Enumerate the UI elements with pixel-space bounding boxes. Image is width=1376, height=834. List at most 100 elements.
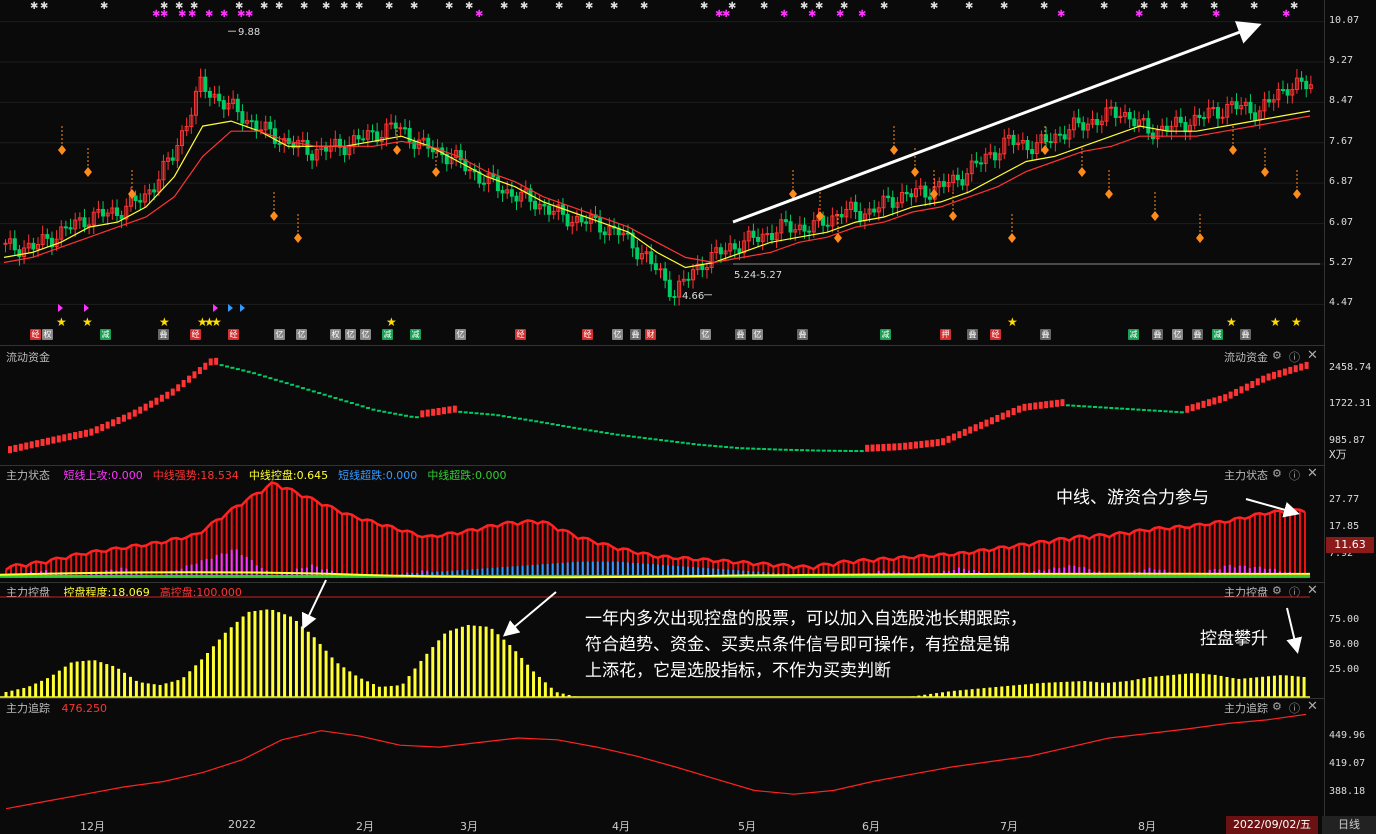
liquidity-bar xyxy=(349,402,354,405)
liquidity-bar xyxy=(431,408,436,416)
event-tag[interactable]: 叠 xyxy=(797,329,808,340)
event-tag[interactable]: 亿 xyxy=(700,329,711,340)
period-button[interactable]: 日线 xyxy=(1322,816,1376,834)
candle-body xyxy=(1058,133,1063,136)
signal-star: ✱ xyxy=(260,1,268,12)
price-chart[interactable]: 9.88 4.66 5.24-5.27 ✱ ✱ ✱ ✱ ✱ ✱ ✱ ✱ ✱ ✱ ✱ ✱ ✱ ✱ ✱ ✱ ✱ ✱ ✱ ✱ ✱ ✱ ✱… xyxy=(0,0,1324,345)
event-tag[interactable]: 减 xyxy=(1128,329,1139,340)
liquidity-bar xyxy=(1293,365,1298,373)
liquidity-bar xyxy=(903,442,908,450)
liquidity-panel[interactable]: 流动资金 流动资金 ⚙ ⓘ ✕ xyxy=(0,345,1324,466)
event-tag[interactable]: 亿 xyxy=(360,329,371,340)
event-tag[interactable]: 减 xyxy=(880,329,891,340)
liquidity-bar xyxy=(73,432,78,440)
liquidity-bar xyxy=(376,409,381,412)
liquidity-bar xyxy=(1272,371,1277,379)
candle-body xyxy=(718,247,723,255)
event-tag[interactable]: 经 xyxy=(228,329,239,340)
event-tag[interactable]: 权 xyxy=(330,329,341,340)
signal-star-pink: ✱ xyxy=(1135,9,1143,20)
candle-body xyxy=(1109,106,1114,109)
liquidity-bar xyxy=(545,422,550,425)
event-tag[interactable]: 减 xyxy=(100,329,111,340)
liquidity-bar xyxy=(800,449,805,452)
event-tag[interactable]: 经 xyxy=(990,329,1001,340)
event-tag[interactable]: 经 xyxy=(190,329,201,340)
event-tag[interactable]: 亿 xyxy=(345,329,356,340)
event-tag[interactable]: 叠 xyxy=(967,329,978,340)
event-tag[interactable]: 减 xyxy=(410,329,421,340)
price-tick: 8.47 xyxy=(1329,95,1354,107)
liquidity-bar xyxy=(447,406,452,414)
liquidity-bar xyxy=(143,403,148,411)
flag-marker xyxy=(213,304,218,312)
event-tag[interactable]: 亿 xyxy=(455,329,466,340)
liquidity-bar xyxy=(192,371,197,379)
event-tag[interactable]: 叠 xyxy=(158,329,169,340)
liquidity-bar xyxy=(680,441,685,444)
event-tag[interactable]: 亿 xyxy=(296,329,307,340)
liquidity-bar xyxy=(1282,368,1287,376)
event-tag[interactable]: 财 xyxy=(645,329,656,340)
annotation-a2: 一年内多次出现控盘的股票，可以加入自选股池长期跟踪， 符合趋势、资金、买卖点条件… xyxy=(585,606,1027,684)
liquidity-bar xyxy=(913,441,918,449)
candle-body xyxy=(602,231,607,236)
event-tag[interactable]: 经 xyxy=(515,329,526,340)
ma-fast-line xyxy=(3,110,1311,269)
event-tag[interactable]: 减 xyxy=(1212,329,1223,340)
liquidity-bar xyxy=(659,439,663,442)
liquidity-bar xyxy=(496,414,501,417)
event-tag[interactable]: 叠 xyxy=(630,329,641,340)
event-tag[interactable]: 叠 xyxy=(1240,329,1251,340)
event-tag[interactable]: 减 xyxy=(382,329,393,340)
liquidity-bar xyxy=(387,411,392,414)
buy-signal-diamond xyxy=(393,145,401,155)
liquidity-tick: 985.87 xyxy=(1329,434,1366,446)
liquidity-bar xyxy=(583,428,588,431)
candle-body xyxy=(756,236,761,242)
signal-star: ✱ xyxy=(640,1,648,12)
event-tag[interactable]: 经 xyxy=(30,329,41,340)
signal-star-yellow: ★ xyxy=(1007,315,1018,329)
liquidity-bar xyxy=(762,448,767,451)
liquidity-bar xyxy=(83,429,88,437)
candle-body xyxy=(1030,149,1035,155)
candle-body xyxy=(872,208,877,213)
event-tag[interactable]: 叠 xyxy=(1152,329,1163,340)
state-tick: 27.77 xyxy=(1329,494,1360,506)
candle-body xyxy=(82,217,87,228)
liquidity-bar xyxy=(1120,407,1125,410)
event-tag[interactable]: 叠 xyxy=(1040,329,1051,340)
liquidity-bar xyxy=(311,390,316,393)
event-tag[interactable]: 叠 xyxy=(1192,329,1203,340)
event-tag[interactable]: 叠 xyxy=(735,329,746,340)
event-tag[interactable]: 权 xyxy=(42,329,53,340)
signal-star-pink: ✱ xyxy=(858,9,866,20)
price-panel[interactable]: 9.88 4.66 5.24-5.27 ✱ ✱ ✱ ✱ ✱ ✱ ✱ ✱ ✱ ✱ ✱ ✱ ✱ ✱ ✱ ✱ ✱ ✱ ✱ ✱ ✱ ✱ ✱… xyxy=(0,0,1324,345)
state-panel[interactable]: 主力状态 短线上攻:0.000 中线强势:18.534 中线控盘:0.645 短线超跌… xyxy=(0,465,1324,583)
liquidity-bar xyxy=(67,433,72,441)
event-tag[interactable]: 亿 xyxy=(1172,329,1183,340)
track-panel[interactable]: 主力追踪 476.250 主力追踪 ⚙ ⓘ ✕ xyxy=(0,698,1324,817)
liquidity-bar xyxy=(507,415,512,418)
signal-star: ✱ xyxy=(1250,1,1258,12)
candle-body xyxy=(101,208,106,217)
flag-marker xyxy=(58,304,63,312)
event-tag[interactable]: 经 xyxy=(582,329,593,340)
candle-body xyxy=(240,111,245,124)
liquidity-bar xyxy=(1266,373,1271,381)
signal-star-yellow: ★ xyxy=(159,315,170,329)
liquidity-bar xyxy=(165,391,170,399)
annotation-a2-line1: 一年内多次出现控盘的股票，可以加入自选股池长期跟踪， xyxy=(585,609,1027,629)
event-tag[interactable]: 亿 xyxy=(612,329,623,340)
liquidity-bar xyxy=(1011,407,1016,415)
event-tag[interactable]: 亿 xyxy=(274,329,285,340)
event-tag[interactable]: 押 xyxy=(940,329,951,340)
signal-star: ✱ xyxy=(520,1,528,12)
price-tick: 7.67 xyxy=(1329,135,1354,147)
candle-body xyxy=(788,221,793,233)
event-tag[interactable]: 亿 xyxy=(752,329,763,340)
liquidity-bar xyxy=(154,397,159,405)
buy-signal-diamond xyxy=(890,145,898,155)
buy-signal-diamond xyxy=(1041,145,1049,155)
